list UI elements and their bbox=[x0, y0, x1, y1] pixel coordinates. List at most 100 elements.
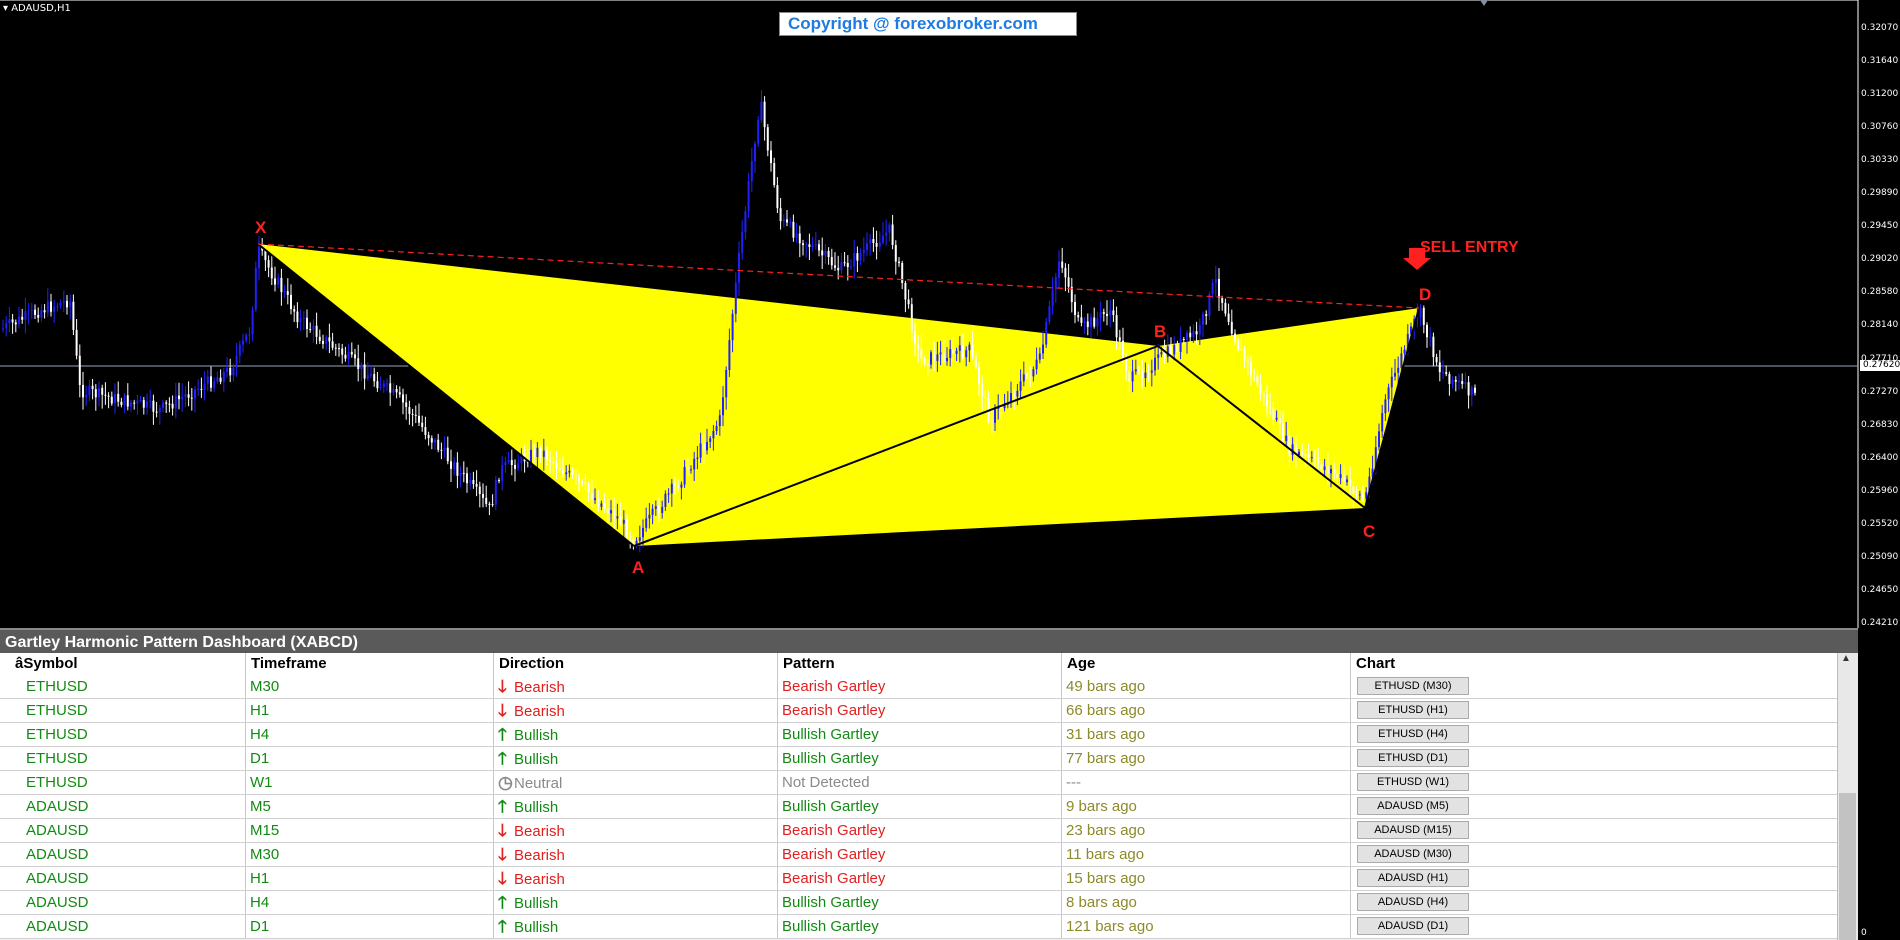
candle-body bbox=[638, 537, 641, 541]
candle-body bbox=[136, 400, 139, 404]
scroll-thumb[interactable] bbox=[1839, 793, 1856, 940]
header-pattern[interactable]: Pattern bbox=[777, 653, 1061, 675]
price-axis-label: 0.28140 bbox=[1861, 320, 1899, 331]
table-row[interactable]: ETHUSD W1 ◷Neutral Not Detected --- ETHUSD (W… bbox=[0, 771, 1838, 795]
table-row[interactable]: ETHUSD H1 🡓 Bearish Bearish Gartley 66 bars a… bbox=[0, 699, 1838, 723]
table-row[interactable]: ADAUSD D1 🡑 Bullish Bullish Gartley 121 bars … bbox=[0, 915, 1838, 939]
candle-body bbox=[1042, 344, 1044, 354]
candle-body bbox=[1131, 371, 1134, 382]
candle-body bbox=[1326, 466, 1329, 474]
candle-body bbox=[981, 384, 984, 398]
price-chart[interactable]: ▾ ADAUSD,H1 Copyright @ forexobroker.com… bbox=[0, 0, 1900, 628]
candle-body bbox=[910, 304, 913, 332]
header-age[interactable]: Age bbox=[1061, 653, 1350, 675]
candle-body bbox=[616, 516, 619, 519]
candle-body bbox=[984, 397, 987, 399]
candle-body bbox=[603, 503, 606, 509]
candle-body bbox=[181, 396, 184, 400]
open-chart-button[interactable]: ADAUSD (M30) bbox=[1357, 845, 1469, 863]
cell-timeframe: M15 bbox=[245, 819, 493, 842]
candle-body bbox=[1378, 431, 1380, 448]
candle-body bbox=[549, 459, 552, 462]
candle-body bbox=[1461, 381, 1464, 384]
candle-body bbox=[1272, 408, 1275, 420]
table-row[interactable]: ADAUSD M30 🡓 Bearish Bearish Gartley 11 bars … bbox=[0, 843, 1838, 867]
open-chart-button[interactable]: ADAUSD (H4) bbox=[1357, 893, 1469, 911]
table-row[interactable]: ETHUSD H4 🡑 Bullish Bullish Gartley 31 bars a… bbox=[0, 723, 1838, 747]
table-row[interactable]: ETHUSD D1 🡑 Bullish Bullish Gartley 77 bars a… bbox=[0, 747, 1838, 771]
header-direction[interactable]: Direction bbox=[493, 653, 777, 675]
cell-chart: ADAUSD (M30) bbox=[1350, 843, 1838, 866]
candle-body bbox=[770, 150, 772, 164]
open-chart-button[interactable]: ADAUSD (M5) bbox=[1357, 797, 1469, 815]
arrow-down-icon: 🡓 bbox=[498, 677, 507, 696]
cell-timeframe: M30 bbox=[245, 675, 493, 698]
open-chart-button[interactable]: ETHUSD (W1) bbox=[1357, 773, 1469, 791]
open-chart-button[interactable]: ETHUSD (M30) bbox=[1357, 677, 1469, 695]
open-chart-button[interactable]: ADAUSD (D1) bbox=[1357, 917, 1469, 935]
cell-timeframe: D1 bbox=[245, 747, 493, 770]
candle-body bbox=[392, 388, 395, 393]
table-row[interactable]: ADAUSD M15 🡓 Bearish Bearish Gartley 23 bars … bbox=[0, 819, 1838, 843]
candle-body bbox=[590, 492, 593, 501]
direction-text: Neutral bbox=[514, 775, 563, 792]
table-row[interactable]: ADAUSD H1 🡓 Bearish Bearish Gartley 15 bars a… bbox=[0, 867, 1838, 891]
dashboard-scrollbar[interactable]: ▲ bbox=[1837, 653, 1858, 940]
candle-body bbox=[277, 277, 280, 285]
table-row[interactable]: ADAUSD H4 🡑 Bullish Bullish Gartley 8 bars ag… bbox=[0, 891, 1838, 915]
candle-body bbox=[203, 383, 206, 390]
cell-pattern: Bearish Gartley bbox=[777, 699, 1061, 722]
candle-body bbox=[283, 291, 286, 293]
cell-pattern: Bullish Gartley bbox=[777, 891, 1061, 914]
candle-body bbox=[850, 266, 852, 268]
candle-body bbox=[1253, 374, 1256, 376]
candle-body bbox=[1074, 302, 1076, 315]
open-chart-button[interactable]: ADAUSD (M15) bbox=[1357, 821, 1469, 839]
candle-body bbox=[245, 335, 248, 341]
candle-body bbox=[830, 256, 833, 266]
candle-body bbox=[1083, 321, 1086, 323]
candle-body bbox=[747, 180, 750, 212]
open-chart-button[interactable]: ETHUSD (H4) bbox=[1357, 725, 1469, 743]
candle-body bbox=[155, 411, 158, 413]
open-chart-button[interactable]: ETHUSD (D1) bbox=[1357, 749, 1469, 767]
header-timeframe[interactable]: Timeframe bbox=[245, 653, 493, 675]
candle-body bbox=[398, 392, 401, 395]
candle-body bbox=[907, 299, 910, 305]
cell-symbol: ETHUSD bbox=[26, 750, 88, 767]
header-symbol[interactable]: âSymbol bbox=[10, 653, 245, 675]
candle-body bbox=[27, 310, 30, 312]
candle-body bbox=[373, 374, 376, 382]
candle-body bbox=[1352, 486, 1355, 495]
candle-body bbox=[123, 395, 126, 405]
header-chart[interactable]: Chart bbox=[1350, 653, 1838, 675]
candle-body bbox=[46, 301, 49, 313]
candle-body bbox=[1234, 333, 1236, 341]
price-axis-label: 0.30330 bbox=[1861, 155, 1899, 166]
candle-body bbox=[139, 400, 142, 402]
scroll-up-icon[interactable]: ▲ bbox=[1841, 653, 1851, 664]
candle-body bbox=[715, 426, 718, 432]
cell-chart: ETHUSD (H4) bbox=[1350, 723, 1838, 746]
table-row[interactable]: ETHUSD M30 🡓 Bearish Bearish Gartley 49 bars … bbox=[0, 675, 1838, 699]
price-axis-label: 0.25520 bbox=[1861, 518, 1899, 529]
candle-body bbox=[158, 407, 161, 413]
candle-body bbox=[222, 371, 225, 382]
candle-body bbox=[507, 459, 510, 462]
cell-chart: ETHUSD (M30) bbox=[1350, 675, 1838, 698]
open-chart-button[interactable]: ADAUSD (H1) bbox=[1357, 869, 1469, 887]
candle-body bbox=[501, 465, 504, 481]
candle-body bbox=[53, 306, 56, 312]
open-chart-button[interactable]: ETHUSD (H1) bbox=[1357, 701, 1469, 719]
candle-body bbox=[366, 375, 369, 379]
candle-body bbox=[1032, 369, 1035, 377]
candle-body bbox=[514, 464, 516, 469]
cell-direction: 🡓 Bearish bbox=[493, 699, 777, 722]
candle-body bbox=[190, 397, 193, 399]
candle-body bbox=[296, 311, 299, 323]
candle-body bbox=[610, 510, 612, 514]
candle-body bbox=[1339, 474, 1342, 478]
table-row[interactable]: ADAUSD M5 🡑 Bullish Bullish Gartley 9 bars ag… bbox=[0, 795, 1838, 819]
candle-body bbox=[862, 249, 865, 253]
candle-body bbox=[1016, 390, 1019, 397]
